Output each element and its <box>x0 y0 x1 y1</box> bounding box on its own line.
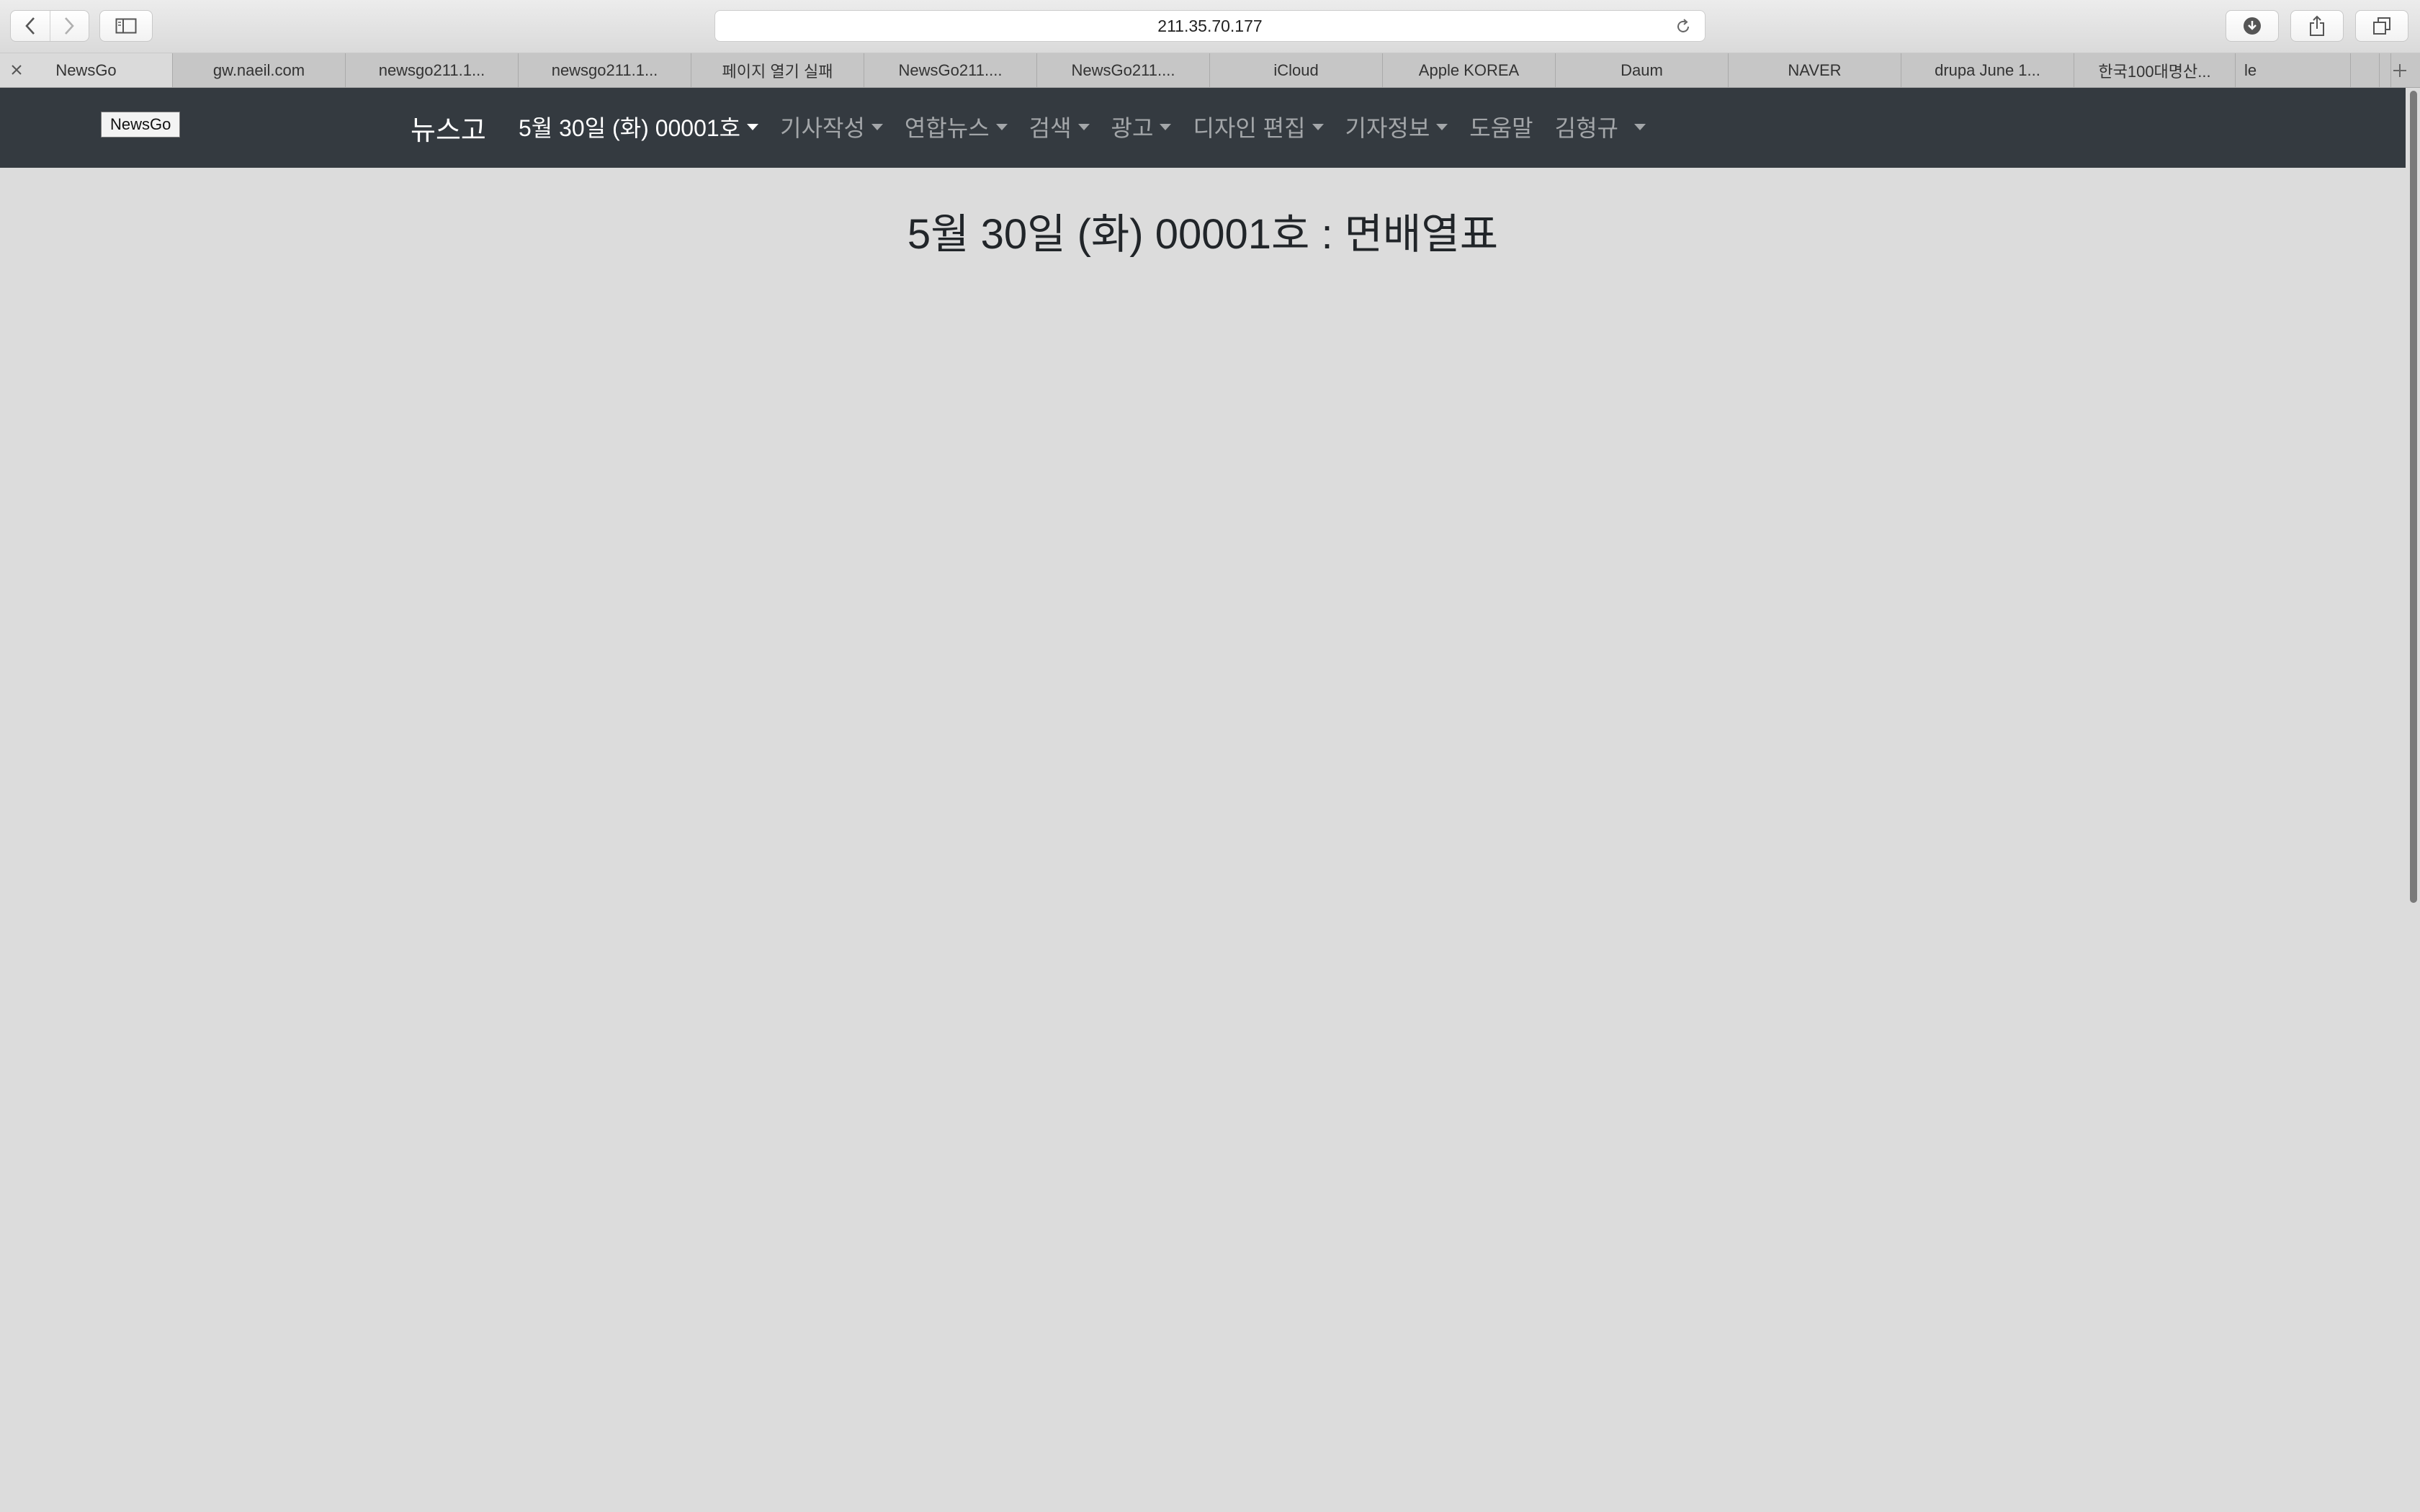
site-navbar: NewsGo 뉴스고 5월 30일 (화) 00001호 기사작성 연합뉴스 검… <box>0 88 2406 168</box>
menu-label: 기자정보 <box>1345 115 1430 141</box>
menu-label: 연합뉴스 <box>904 115 990 141</box>
menu-reporter-info[interactable]: 기자정보 <box>1345 109 1448 144</box>
menu-label: 광고 <box>1111 115 1154 141</box>
tab-gw-naeil[interactable]: gw.naeil.com <box>173 53 346 87</box>
tab-page-failed[interactable]: 페이지 열기 실패 <box>691 53 864 87</box>
tab-newsgo[interactable]: NewsGo <box>0 53 173 87</box>
tab-overview-icon <box>2373 17 2390 35</box>
download-button[interactable] <box>2226 10 2279 42</box>
tab-label: 한국100대명산... <box>2098 62 2211 81</box>
menu-label: 김형규 <box>1554 115 1618 141</box>
tab-label: Apple KOREA <box>1418 60 1520 79</box>
menu-ads[interactable]: 광고 <box>1111 109 1172 144</box>
menu-label: 5월 30일 (화) 00001호 <box>519 115 741 141</box>
tab-label: Daum <box>1621 60 1663 79</box>
tab-newsgo211-a[interactable]: newsgo211.1... <box>346 53 519 87</box>
forward-button[interactable] <box>50 11 89 41</box>
tab-newsgo211-b[interactable]: newsgo211.1... <box>519 53 691 87</box>
tab-label: newsgo211.1... <box>378 60 485 79</box>
caret-down-icon <box>1160 123 1172 130</box>
tab-label: NewsGo211.... <box>1071 60 1175 79</box>
share-icon <box>2310 15 2324 36</box>
caret-down-icon <box>1312 123 1324 130</box>
menu-write-article[interactable]: 기사작성 <box>780 109 883 144</box>
tab-bar: NewsGo gw.naeil.com newsgo211.1... newsg… <box>0 53 2420 88</box>
new-tab-button[interactable] <box>2379 53 2420 87</box>
tab-newsgo211-c[interactable]: NewsGo211.... <box>864 53 1037 87</box>
tab-label: newsgo211.1... <box>551 60 658 79</box>
tab-label: NewsGo211.... <box>898 60 1003 79</box>
sidebar-icon <box>115 18 137 34</box>
share-button[interactable] <box>2290 10 2344 42</box>
download-icon <box>2244 17 2261 35</box>
menu-edition[interactable]: 5월 30일 (화) 00001호 <box>519 109 759 144</box>
sidebar-button[interactable] <box>99 10 153 42</box>
menu-user[interactable]: 김형규 <box>1555 109 1646 144</box>
tab-icloud[interactable]: iCloud <box>1210 53 1383 87</box>
reload-icon[interactable] <box>1675 18 1692 35</box>
main-menu: 5월 30일 (화) 00001호 기사작성 연합뉴스 검색 광고 디자인 편집… <box>519 109 1667 144</box>
caret-down-icon <box>1436 123 1448 130</box>
tab-label: 페이지 열기 실패 <box>722 62 833 81</box>
caret-down-icon <box>871 123 883 130</box>
menu-label: 검색 <box>1028 115 1072 141</box>
browser-toolbar: 211.35.70.177 <box>0 0 2420 53</box>
tab-naver[interactable]: NAVER <box>1729 53 1901 87</box>
close-icon[interactable] <box>10 63 23 76</box>
brand-badge[interactable]: NewsGo <box>101 112 181 138</box>
chevron-left-icon <box>24 17 35 35</box>
menu-design-edit[interactable]: 디자인 편집 <box>1193 109 1324 144</box>
tab-label: gw.naeil.com <box>212 60 305 79</box>
tab-korea-mountains[interactable]: 한국100대명산... <box>2074 53 2236 87</box>
tab-overview-button[interactable] <box>2355 10 2408 42</box>
menu-label: 기사작성 <box>780 115 865 141</box>
address-text: 211.35.70.177 <box>1157 16 1263 35</box>
tab-label: iCloud <box>1273 60 1319 79</box>
tab-le[interactable]: le <box>2236 53 2351 87</box>
tab-drupa[interactable]: drupa June 1... <box>1901 53 2074 87</box>
tab-label: le <box>2244 60 2257 79</box>
tab-apple-korea[interactable]: Apple KOREA <box>1383 53 1556 87</box>
plus-icon <box>2393 63 2406 77</box>
tab-label: NewsGo <box>55 60 117 79</box>
tab-newsgo211-d[interactable]: NewsGo211.... <box>1037 53 1210 87</box>
caret-down-icon <box>995 123 1008 130</box>
menu-label: 도움말 <box>1469 115 1533 141</box>
address-bar[interactable]: 211.35.70.177 <box>714 10 1706 42</box>
back-forward-group <box>10 10 89 42</box>
chevron-right-icon <box>65 17 74 35</box>
page-title: 5월 30일 (화) 00001호 : 면배열표 <box>907 211 1499 258</box>
caret-down-icon <box>1634 123 1646 130</box>
brand-link[interactable]: 뉴스고 <box>411 108 486 148</box>
tab-daum[interactable]: Daum <box>1556 53 1729 87</box>
menu-yonhap-news[interactable]: 연합뉴스 <box>905 109 1008 144</box>
scrollbar-thumb[interactable] <box>2410 91 2417 903</box>
caret-down-icon <box>747 123 759 130</box>
back-button[interactable] <box>11 11 50 41</box>
tab-label: drupa June 1... <box>1935 60 2040 79</box>
tab-label: NAVER <box>1788 60 1842 79</box>
menu-help[interactable]: 도움말 <box>1469 109 1533 144</box>
menu-label: 디자인 편집 <box>1193 115 1306 141</box>
caret-down-icon <box>1077 123 1090 130</box>
menu-search[interactable]: 검색 <box>1029 109 1090 144</box>
